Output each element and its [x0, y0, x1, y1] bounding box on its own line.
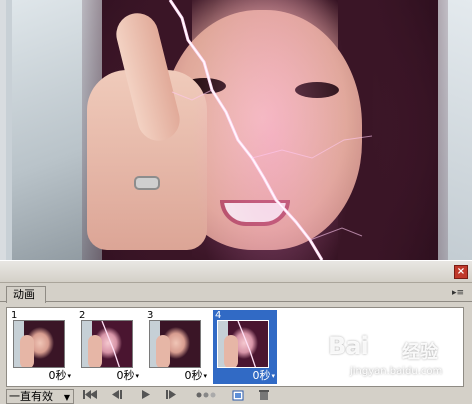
frame-thumbnail — [81, 320, 133, 368]
trash-icon — [259, 390, 269, 400]
frame-thumbnail — [149, 320, 201, 368]
document-canvas[interactable] — [0, 0, 472, 260]
watermark-cn: 经验 — [402, 342, 438, 363]
close-button[interactable]: × — [454, 265, 468, 279]
loop-label: 一直有效 — [9, 390, 53, 403]
panel-tab-row: 动画 ▸≡ — [0, 284, 472, 303]
baidu-jingyan-watermark: Bai 经验 jingyan.baidu.com — [328, 332, 472, 386]
frame-delay-select[interactable]: 0秒▾ — [91, 370, 139, 382]
loop-options-select[interactable]: 一直有效 ▼ — [6, 389, 74, 404]
previous-frame-icon — [112, 390, 122, 399]
watermark-brand: Bai — [328, 332, 369, 360]
chevron-down-icon: ▾ — [203, 372, 207, 380]
duplicate-frame-icon — [232, 390, 243, 401]
frame-delay-select[interactable]: 0秒▾ — [227, 370, 275, 382]
frame-delay-select[interactable]: 0秒▾ — [159, 370, 207, 382]
frame-thumbnail — [217, 320, 269, 368]
delete-frame-button[interactable] — [254, 389, 274, 404]
animation-frame-2[interactable]: 2 0秒▾ — [77, 310, 141, 384]
frame-delay-select[interactable]: 0秒▾ — [23, 370, 71, 382]
panel-titlebar[interactable]: × — [0, 261, 472, 283]
chevron-down-icon: ▾ — [135, 372, 139, 380]
first-frame-icon — [83, 390, 97, 399]
animation-frame-3[interactable]: 3 0秒▾ — [145, 310, 209, 384]
lightning-bolt — [168, 0, 373, 260]
duplicate-frame-button[interactable] — [228, 389, 248, 404]
next-frame-button[interactable] — [162, 389, 182, 404]
animation-controls: 一直有效 ▼ — [0, 388, 472, 404]
watermark-url: jingyan.baidu.com — [350, 366, 443, 377]
tween-icon — [196, 392, 216, 398]
photo-image — [12, 0, 472, 260]
chevron-down-icon: ▼ — [63, 393, 70, 402]
panel-menu-icon[interactable]: ▸≡ — [452, 288, 464, 298]
play-button[interactable] — [136, 389, 156, 404]
tween-button[interactable] — [194, 389, 218, 404]
animation-frame-1[interactable]: 1 0秒▾ — [9, 310, 73, 384]
lightning-thumb — [237, 321, 257, 367]
play-icon — [142, 390, 150, 399]
first-frame-button[interactable] — [80, 389, 100, 404]
animation-frame-4[interactable]: 4 0秒▾ — [213, 310, 277, 384]
lightning-thumb — [101, 321, 121, 367]
frame-thumbnail — [13, 320, 65, 368]
previous-frame-button[interactable] — [106, 389, 126, 404]
tab-animation[interactable]: 动画 — [6, 286, 46, 303]
chevron-down-icon: ▾ — [271, 372, 275, 380]
next-frame-icon — [166, 390, 176, 399]
chevron-down-icon: ▾ — [67, 372, 71, 380]
